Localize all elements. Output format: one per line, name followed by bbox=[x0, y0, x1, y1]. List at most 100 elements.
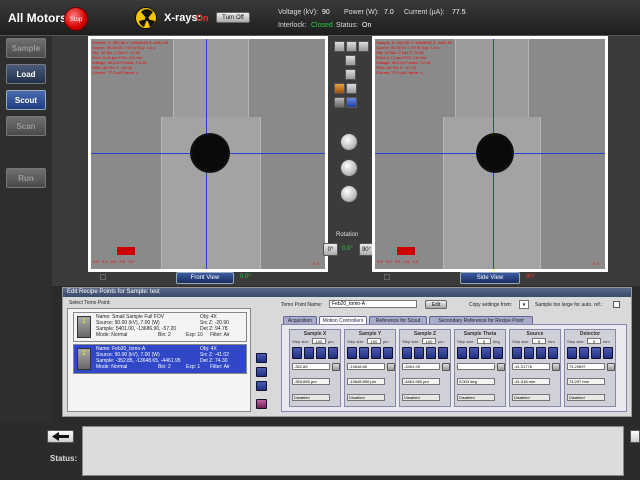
sidebar-item-load[interactable]: Load bbox=[6, 64, 46, 84]
jog-left-icon[interactable] bbox=[567, 347, 577, 359]
step-left-icon[interactable] bbox=[469, 347, 479, 359]
go-icon[interactable] bbox=[607, 363, 615, 371]
motor-state: Disabled bbox=[567, 394, 605, 401]
motor-target-input[interactable]: -4461.95 bbox=[402, 363, 440, 370]
go-icon[interactable] bbox=[552, 363, 560, 371]
motor-sample-z: Sample Z Step size 100 µm -4461.95 -4461… bbox=[399, 329, 451, 407]
list-item[interactable]: 1 Name: Small Sample Full FOV Source: 90… bbox=[73, 312, 247, 342]
jog-left-icon[interactable] bbox=[512, 347, 522, 359]
blue-tool-icon[interactable] bbox=[346, 97, 357, 108]
power-label: Power (W): bbox=[344, 9, 379, 16]
go-icon[interactable] bbox=[442, 363, 450, 371]
front-view[interactable]: Sample: X:-352.85 Y:-13648.65 Z:-4461.95… bbox=[88, 36, 328, 272]
side-view-button[interactable]: Side View bbox=[460, 272, 520, 284]
move-up-icon[interactable] bbox=[256, 367, 267, 377]
sample-too-large-checkbox[interactable] bbox=[613, 301, 620, 308]
zoom-in-icon[interactable] bbox=[334, 41, 345, 52]
status-value: On bbox=[362, 22, 372, 29]
palette-icon[interactable] bbox=[334, 83, 345, 94]
tab-secondary-reference[interactable]: Secondary Reference for Recipe Point bbox=[429, 316, 533, 324]
tomo-point-name-label: Tomo Point Name: bbox=[281, 302, 323, 308]
step-right-icon[interactable] bbox=[316, 347, 326, 359]
select-icon[interactable] bbox=[345, 69, 356, 80]
jog-right-icon[interactable] bbox=[383, 347, 393, 359]
contrast-icon[interactable] bbox=[346, 83, 357, 94]
motor-target-input[interactable]: -13648.65 bbox=[347, 363, 385, 370]
step-left-icon[interactable] bbox=[304, 347, 314, 359]
step-right-icon[interactable] bbox=[426, 347, 436, 359]
top-bar bbox=[0, 0, 640, 36]
stop-button[interactable]: Stop bbox=[64, 7, 88, 31]
jog-right-icon[interactable] bbox=[603, 347, 613, 359]
jog-left-icon[interactable] bbox=[347, 347, 357, 359]
side-view[interactable]: Sample: X:-352.85 Y:-13648.65 Z:-4461.95… bbox=[372, 36, 608, 272]
back-button[interactable] bbox=[47, 430, 74, 443]
step-left-icon[interactable] bbox=[579, 347, 589, 359]
motor-sample-x: Sample X Step size 100 µm -352.85 -353.6… bbox=[289, 329, 341, 407]
motor-state: Disabled bbox=[347, 394, 385, 401]
zoom-out-icon[interactable] bbox=[346, 41, 357, 52]
tab-acquisition[interactable]: Acquisition bbox=[283, 316, 317, 324]
go-icon[interactable] bbox=[497, 363, 505, 371]
step-size-input[interactable]: 5 bbox=[587, 338, 601, 344]
step-left-icon[interactable] bbox=[414, 347, 424, 359]
measure-icon[interactable] bbox=[340, 133, 358, 151]
motor-target-input[interactable]: 74.29697 bbox=[567, 363, 605, 370]
tab-motion-controllers[interactable]: Motion Controllers bbox=[319, 316, 367, 324]
zoom-fit-icon[interactable] bbox=[358, 41, 369, 52]
step-right-icon[interactable] bbox=[371, 347, 381, 359]
front-scale: 0.3 bbox=[313, 261, 319, 266]
side-view-image: Sample: X:-352.85 Y:-13648.65 Z:-4461.95… bbox=[375, 39, 605, 269]
rotate-0-button[interactable]: 0° bbox=[323, 243, 338, 256]
motor-readout: 0.003 deg bbox=[457, 378, 495, 385]
step-size-input[interactable]: 100 bbox=[367, 338, 381, 344]
tab-reference-scout[interactable]: Reference for Scout bbox=[369, 316, 427, 324]
front-checkbox[interactable] bbox=[100, 274, 106, 280]
image-icon[interactable] bbox=[334, 97, 345, 108]
jog-left-icon[interactable] bbox=[292, 347, 302, 359]
jog-right-icon[interactable] bbox=[438, 347, 448, 359]
xrays-state: On bbox=[196, 13, 209, 23]
tomo-point-name-input[interactable]: Feb20_tomo-A bbox=[329, 300, 417, 308]
sidebar-item-scout[interactable]: Scout bbox=[6, 90, 46, 110]
motor-target-input[interactable] bbox=[457, 363, 495, 370]
step-right-icon[interactable] bbox=[591, 347, 601, 359]
motor-target-input[interactable]: -352.85 bbox=[292, 363, 330, 370]
add-point-icon[interactable] bbox=[256, 353, 267, 363]
step-size-input[interactable]: 5 bbox=[532, 338, 546, 344]
step-right-icon[interactable] bbox=[481, 347, 491, 359]
jog-right-icon[interactable] bbox=[548, 347, 558, 359]
rotate-ccw-icon[interactable] bbox=[457, 347, 467, 359]
side-scale: 0.3 bbox=[593, 261, 599, 266]
pointer-icon[interactable] bbox=[345, 55, 356, 66]
sidebar-item-sample[interactable]: Sample bbox=[6, 38, 46, 58]
motor-readout: -13648.650 µm bbox=[347, 378, 385, 385]
front-view-button[interactable]: Front View bbox=[176, 272, 234, 284]
motor-target-input[interactable]: -41.01778 bbox=[512, 363, 550, 370]
jog-right-icon[interactable] bbox=[328, 347, 338, 359]
copy-settings-dropdown[interactable]: ▾ bbox=[519, 300, 529, 309]
rotate-cw-icon[interactable] bbox=[493, 347, 503, 359]
step-size-input[interactable]: 100 bbox=[312, 338, 326, 344]
sidebar-item-scan[interactable]: Scan bbox=[6, 116, 46, 136]
record-icon[interactable] bbox=[340, 185, 358, 203]
status-label: Status: bbox=[50, 454, 78, 463]
side-checkbox[interactable] bbox=[384, 274, 390, 280]
motor-readout: -41.018 mm bbox=[512, 378, 550, 385]
sidebar-item-run[interactable]: Run bbox=[6, 168, 46, 188]
go-icon[interactable] bbox=[332, 363, 340, 371]
camera-icon[interactable] bbox=[340, 159, 358, 177]
delete-point-icon[interactable] bbox=[256, 399, 267, 409]
jog-left-icon[interactable] bbox=[402, 347, 412, 359]
step-left-icon[interactable] bbox=[359, 347, 369, 359]
list-item-selected[interactable]: 2 Name: Feb20_tomo-A Source: 90.00 (kV),… bbox=[73, 344, 247, 374]
move-down-icon[interactable] bbox=[256, 381, 267, 391]
forward-button[interactable] bbox=[630, 430, 640, 443]
step-size-input[interactable]: 100 bbox=[422, 338, 436, 344]
step-left-icon[interactable] bbox=[524, 347, 534, 359]
turn-off-button[interactable]: Turn Off bbox=[216, 12, 250, 23]
step-right-icon[interactable] bbox=[536, 347, 546, 359]
go-icon[interactable] bbox=[387, 363, 395, 371]
step-size-input[interactable]: 5 bbox=[477, 338, 491, 344]
edit-button[interactable]: Edit bbox=[425, 300, 447, 309]
